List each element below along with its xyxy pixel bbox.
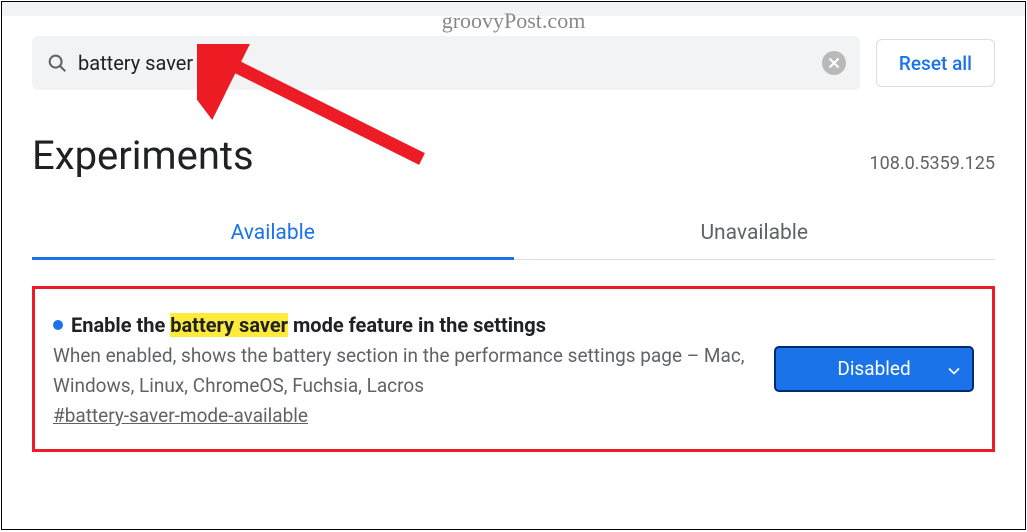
modified-dot-icon <box>53 320 63 330</box>
reset-all-button[interactable]: Reset all <box>876 39 995 87</box>
clear-search-button[interactable] <box>822 51 846 75</box>
tabs: Available Unavailable <box>32 207 995 260</box>
tab-unavailable[interactable]: Unavailable <box>514 207 996 259</box>
watermark-text: groovyPost.com <box>442 8 586 34</box>
search-input[interactable] <box>68 51 822 75</box>
flag-anchor-link[interactable]: #battery-saver-mode-available <box>53 404 308 427</box>
flag-state-value: Disabled <box>837 357 910 380</box>
version-text: 108.0.5359.125 <box>869 153 995 174</box>
tab-available[interactable]: Available <box>32 207 514 259</box>
page-title: Experiments <box>32 132 254 179</box>
chevron-down-icon <box>948 357 960 380</box>
close-icon <box>828 54 840 73</box>
flag-title: Enable the battery saver mode feature in… <box>53 311 754 339</box>
search-box[interactable] <box>32 36 860 90</box>
flag-state-select[interactable]: Disabled <box>774 346 974 392</box>
flag-item: Enable the battery saver mode feature in… <box>32 286 995 452</box>
search-icon <box>46 52 68 74</box>
flag-description: When enabled, shows the battery section … <box>53 341 754 402</box>
